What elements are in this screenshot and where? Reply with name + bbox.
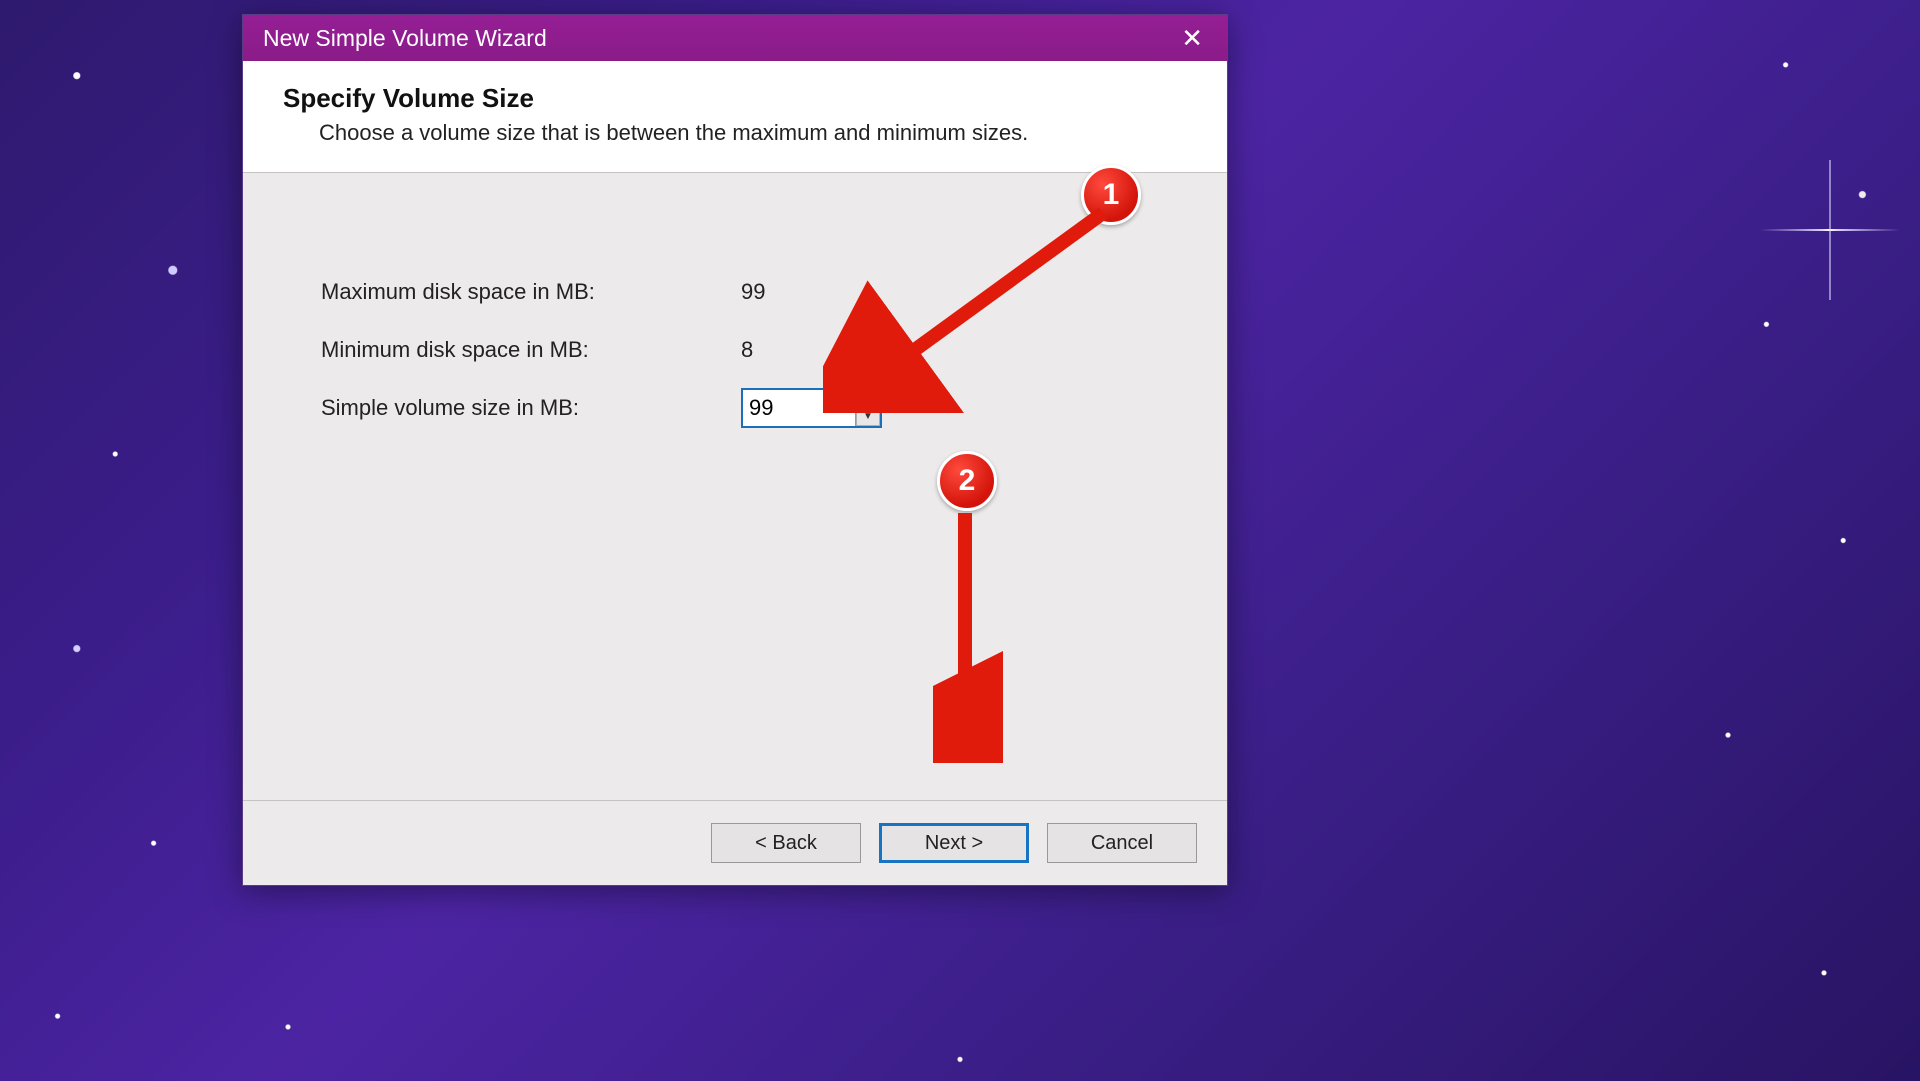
back-button[interactable]: < Back xyxy=(711,823,861,863)
titlebar[interactable]: New Simple Volume Wizard ✕ xyxy=(243,15,1227,61)
wizard-dialog: New Simple Volume Wizard ✕ Specify Volum… xyxy=(242,14,1228,886)
volume-size-input[interactable] xyxy=(743,390,855,426)
annotation-arrow-2 xyxy=(933,503,1003,763)
next-button[interactable]: Next > xyxy=(879,823,1029,863)
row-volume-size: Simple volume size in MB: ▲ ▼ xyxy=(321,379,1167,437)
max-disk-value: 99 xyxy=(741,279,941,305)
row-max-disk: Maximum disk space in MB: 99 xyxy=(321,263,1167,321)
spinner-up-icon[interactable]: ▲ xyxy=(856,390,880,408)
min-disk-value: 8 xyxy=(741,337,941,363)
row-min-disk: Minimum disk space in MB: 8 xyxy=(321,321,1167,379)
annotation-badge-1: 1 xyxy=(1081,165,1141,225)
wizard-footer: < Back Next > Cancel xyxy=(243,800,1227,885)
wizard-header: Specify Volume Size Choose a volume size… xyxy=(243,61,1227,173)
cancel-button[interactable]: Cancel xyxy=(1047,823,1197,863)
page-title: Specify Volume Size xyxy=(283,83,1187,114)
volume-size-spinner[interactable]: ▲ ▼ xyxy=(741,388,882,428)
volume-size-label: Simple volume size in MB: xyxy=(321,395,741,421)
min-disk-label: Minimum disk space in MB: xyxy=(321,337,741,363)
window-title: New Simple Volume Wizard xyxy=(263,25,547,52)
max-disk-label: Maximum disk space in MB: xyxy=(321,279,741,305)
wizard-body: Maximum disk space in MB: 99 Minimum dis… xyxy=(243,173,1227,800)
spinner-down-icon[interactable]: ▼ xyxy=(856,408,880,427)
page-subtitle: Choose a volume size that is between the… xyxy=(283,120,1187,146)
close-icon[interactable]: ✕ xyxy=(1173,21,1211,55)
annotation-badge-2: 2 xyxy=(937,451,997,511)
